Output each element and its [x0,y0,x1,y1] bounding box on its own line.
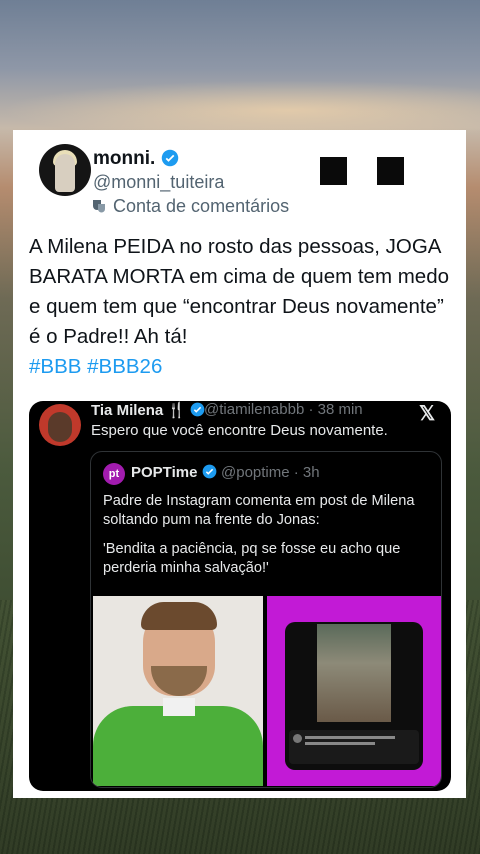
phone-mockup [285,622,423,770]
tweet-body: A Milena PEIDA no rosto das pessoas, JOG… [29,235,450,348]
quoted-tweet[interactable]: Tia Milena 🍴 @tiamilenabbb · 38 min 𝕏 Es… [29,401,451,791]
inner-text: Padre de Instagram comenta em post de Mi… [103,492,433,578]
verified-badge-icon [161,149,179,167]
quoted-avatar[interactable] [39,404,81,446]
avatar-figure [55,154,75,192]
comment-preview [289,730,419,764]
display-name[interactable]: monni. [93,148,155,170]
inner-text-line1: Padre de Instagram comenta em post de Mi… [103,493,415,528]
quoted-avatar-figure [48,412,72,442]
fork-knife-icon: 🍴 [167,402,187,419]
inner-name-text: POPTime [131,464,198,481]
video-thumbnail [317,624,391,722]
account-label: Conta de comentários [91,196,289,217]
redacted-block [320,157,347,185]
comment-line [305,742,375,745]
hair [141,602,217,630]
quoted-handle-time[interactable]: @tiamilenabbb · 38 min [204,401,363,418]
x-logo-icon: 𝕏 [419,403,436,425]
commenter-avatar [293,734,302,743]
redacted-block [377,157,404,185]
quoted-name-text: Tia Milena [91,402,164,419]
tweet-text: A Milena PEIDA no rosto das pessoas, JOG… [29,232,459,382]
tweet-card[interactable]: monni. @monni_tuiteira Conta de comentár… [13,130,466,798]
theater-masks-icon [93,200,105,213]
priest-photo[interactable] [93,596,263,786]
comment-line [305,736,395,739]
account-label-text: Conta de comentários [113,196,290,216]
verified-badge-icon [202,464,216,479]
user-handle[interactable]: @monni_tuiteira [93,172,224,193]
white-collar [163,698,195,716]
inner-text-line2: 'Bendita a paciência, pq se fosse eu ach… [103,541,401,576]
quoted-display-name[interactable]: Tia Milena 🍴 [91,401,205,419]
avatar[interactable] [39,144,91,196]
quoted-text: Espero que você encontre Deus novamente. [91,422,388,439]
phone-screenshot-photo[interactable] [267,596,441,786]
inner-quoted-tweet[interactable]: pt POPTime @poptime · 3h Padre de Instag… [90,451,442,788]
hashtags-link[interactable]: #BBB #BBB26 [29,355,162,378]
green-vestment [93,706,263,786]
inner-display-name[interactable]: POPTime [131,464,217,481]
inner-handle-time[interactable]: @poptime · 3h [221,464,320,481]
poptime-logo[interactable]: pt [103,463,125,485]
